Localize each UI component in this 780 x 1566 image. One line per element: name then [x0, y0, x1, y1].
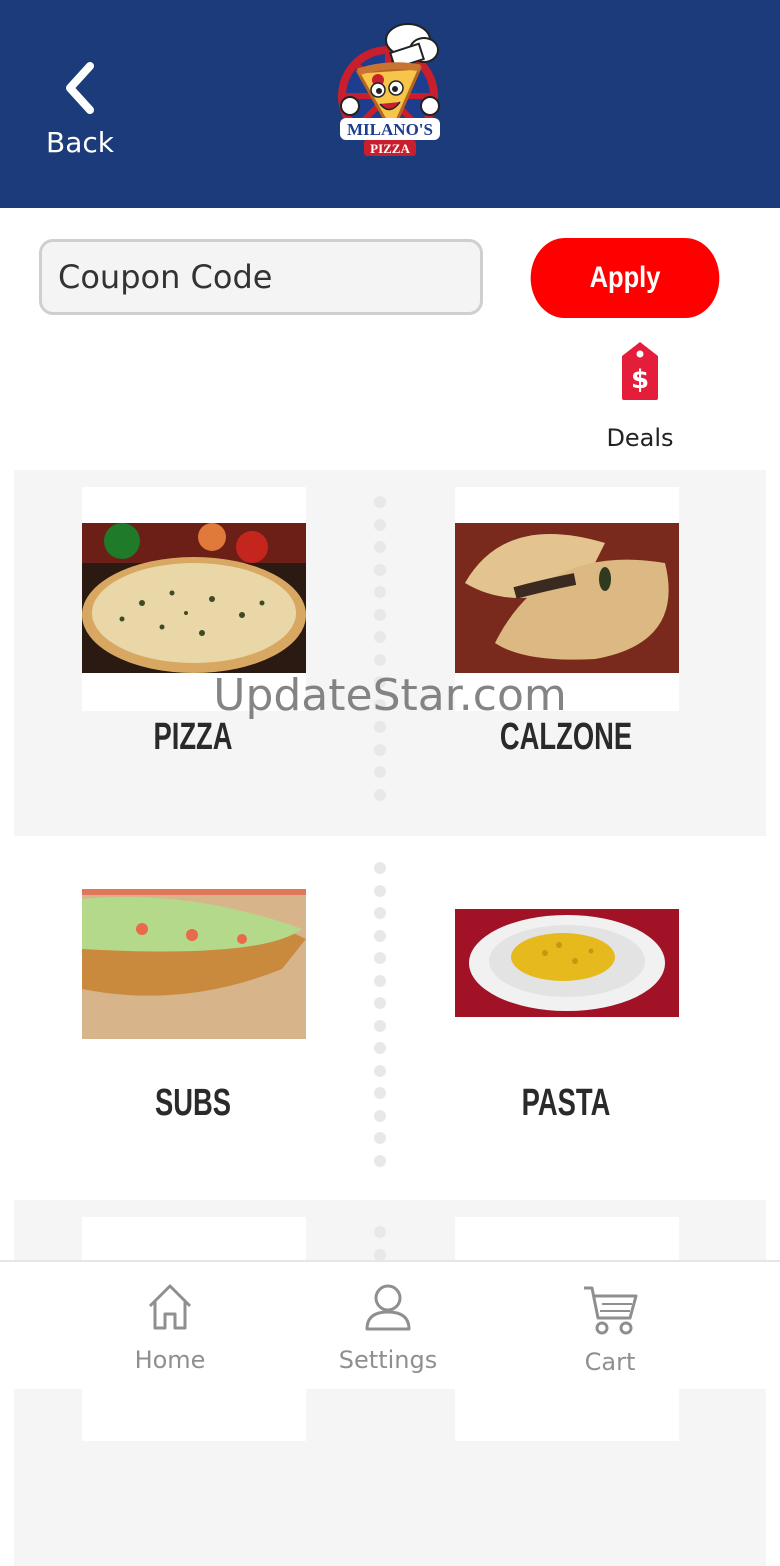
category-card-subs[interactable]	[82, 853, 306, 1077]
calzone-photo	[455, 523, 679, 673]
category-card-pasta[interactable]	[455, 853, 679, 1077]
category-label-calzone: CALZONE	[499, 716, 633, 758]
category-label-pasta: PASTA	[521, 1082, 611, 1124]
category-row: SUBS PASTA	[14, 836, 766, 1202]
back-label: Back	[46, 126, 114, 159]
cart-icon	[584, 1286, 638, 1335]
divider-dots	[374, 496, 386, 811]
home-icon	[148, 1284, 192, 1330]
subs-photo	[82, 889, 306, 1039]
tab-home[interactable]: Home	[100, 1262, 240, 1389]
category-row: PIZZA CALZONE	[14, 470, 766, 836]
svg-text:$: $	[631, 365, 649, 395]
back-button[interactable]: Back	[40, 62, 120, 162]
category-label-subs: SUBS	[154, 1082, 232, 1124]
deals-label: Deals	[606, 424, 674, 452]
tab-label: Home	[134, 1346, 206, 1374]
app-header: Back MILANO'S PIZZA	[0, 0, 780, 208]
deals-button[interactable]: $ Deals	[596, 340, 684, 460]
price-tag-icon: $	[622, 342, 658, 400]
logo-text-bottom: PIZZA	[370, 141, 410, 156]
bottom-tab-bar: Home Settings Cart	[0, 1260, 780, 1389]
tab-label: Cart	[584, 1348, 636, 1376]
watermark: UpdateStar.com	[213, 670, 567, 721]
tab-cart[interactable]: Cart	[540, 1262, 680, 1389]
category-label-pizza: PIZZA	[153, 716, 233, 758]
chevron-left-icon	[66, 62, 94, 114]
pizza-photo	[82, 523, 306, 673]
tab-settings[interactable]: Settings	[318, 1262, 458, 1389]
divider-dots	[374, 862, 386, 1177]
milanos-pizza-logo: MILANO'S PIZZA	[338, 23, 440, 156]
tab-label: Settings	[338, 1346, 438, 1374]
coupon-code-input[interactable]	[39, 239, 483, 315]
logo-text-top: MILANO'S	[347, 120, 433, 139]
pasta-photo	[455, 909, 679, 1017]
apply-coupon-button[interactable]: Apply	[530, 238, 720, 318]
user-icon	[365, 1284, 411, 1331]
